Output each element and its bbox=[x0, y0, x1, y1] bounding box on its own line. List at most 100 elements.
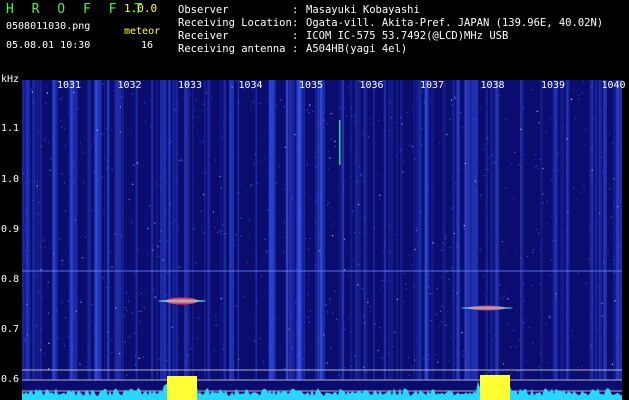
noise-dot bbox=[523, 322, 525, 324]
noise-dot bbox=[347, 318, 350, 320]
noise-dot bbox=[162, 259, 164, 261]
noise-dot bbox=[555, 293, 557, 295]
noise-dot bbox=[222, 122, 225, 124]
noise-dot bbox=[320, 106, 322, 108]
noise-dot bbox=[225, 110, 228, 113]
noise-dot bbox=[249, 186, 251, 189]
noise-dot bbox=[557, 152, 559, 154]
noise-dot bbox=[30, 340, 32, 342]
noise-dot bbox=[537, 317, 540, 320]
noise-dot bbox=[548, 315, 550, 317]
noise-dot bbox=[155, 183, 158, 185]
noise-dot bbox=[518, 339, 521, 342]
noise-dot bbox=[243, 296, 245, 298]
noise-streak bbox=[161, 80, 165, 380]
noise-dot bbox=[175, 180, 178, 182]
station-info-key: Receiving antenna bbox=[178, 43, 286, 55]
noise-streak bbox=[317, 80, 319, 380]
noise-dot bbox=[522, 107, 524, 109]
noise-dot bbox=[111, 168, 113, 170]
noise-dot bbox=[450, 99, 453, 101]
noise-dot bbox=[585, 282, 587, 285]
noise-dot bbox=[534, 153, 536, 156]
noise-dot bbox=[322, 99, 325, 101]
noise-dot bbox=[67, 300, 69, 302]
noise-dot bbox=[334, 145, 337, 148]
noise-dot bbox=[434, 314, 436, 316]
noise-dot bbox=[284, 368, 286, 370]
noise-dot bbox=[438, 326, 440, 328]
noise-dot bbox=[38, 290, 40, 293]
noise-dot bbox=[102, 83, 104, 85]
noise-dot bbox=[602, 171, 604, 174]
noise-dot bbox=[250, 184, 252, 186]
noise-streak bbox=[255, 80, 257, 380]
spectrogram bbox=[22, 80, 622, 400]
noise-dot bbox=[209, 273, 211, 276]
noise-streak bbox=[108, 80, 110, 380]
noise-dot bbox=[401, 123, 403, 125]
noise-dot bbox=[484, 373, 487, 375]
noise-dot bbox=[365, 216, 367, 218]
noise-dot bbox=[233, 244, 235, 246]
noise-dot bbox=[351, 359, 353, 361]
noise-dot bbox=[145, 289, 147, 291]
noise-dot bbox=[150, 126, 152, 128]
noise-dot bbox=[91, 162, 93, 164]
noise-dot bbox=[230, 132, 233, 134]
noise-dot bbox=[404, 273, 406, 275]
noise-dot bbox=[101, 176, 103, 178]
noise-dot bbox=[361, 134, 364, 136]
noise-dot bbox=[71, 346, 74, 348]
noise-dot bbox=[314, 221, 316, 223]
header-panel: H R O F F T 1.0.0 0508011030.png meteor … bbox=[0, 0, 629, 72]
noise-dot bbox=[526, 255, 529, 258]
noise-dot bbox=[160, 161, 162, 163]
noise-dot bbox=[542, 193, 544, 195]
noise-streak bbox=[496, 80, 500, 380]
noise-dot bbox=[591, 80, 594, 82]
noise-dot bbox=[581, 365, 583, 367]
noise-dot bbox=[329, 298, 331, 300]
noise-streak bbox=[598, 80, 602, 380]
noise-dot bbox=[237, 101, 239, 104]
noise-dot bbox=[103, 209, 105, 211]
noise-dot bbox=[462, 354, 464, 357]
noise-dot bbox=[61, 173, 63, 175]
noise-dot bbox=[146, 294, 148, 296]
noise-dot bbox=[285, 271, 287, 273]
noise-dot bbox=[107, 331, 109, 333]
noise-dot bbox=[96, 223, 98, 225]
noise-dot bbox=[39, 349, 42, 351]
noise-dot bbox=[510, 346, 512, 348]
noise-dot bbox=[178, 160, 181, 162]
noise-dot bbox=[359, 231, 361, 234]
noise-dot bbox=[132, 183, 134, 185]
noise-dot bbox=[279, 99, 282, 102]
noise-dot bbox=[508, 282, 510, 285]
noise-dot bbox=[312, 110, 314, 112]
noise-dot bbox=[224, 232, 227, 235]
noise-dot bbox=[437, 361, 439, 363]
noise-dot bbox=[138, 310, 140, 312]
noise-dot bbox=[228, 196, 230, 198]
noise-dot bbox=[316, 194, 318, 196]
noise-streak bbox=[554, 80, 558, 380]
noise-dot bbox=[436, 313, 438, 315]
noise-dot bbox=[44, 353, 46, 355]
noise-dot bbox=[132, 312, 134, 314]
noise-dot bbox=[283, 221, 285, 224]
noise-dot bbox=[96, 129, 98, 131]
noise-dot bbox=[453, 232, 455, 235]
noise-streak bbox=[89, 80, 92, 380]
file-name: 0508011030.png bbox=[6, 21, 91, 32]
noise-dot bbox=[220, 187, 223, 189]
noise-dot bbox=[26, 256, 28, 258]
noise-dot bbox=[81, 257, 84, 259]
noise-dot bbox=[30, 88, 32, 90]
x-tick-label: 1031 bbox=[57, 80, 82, 91]
noise-dot bbox=[214, 159, 216, 161]
noise-dot bbox=[250, 106, 252, 108]
noise-dot bbox=[53, 253, 55, 255]
noise-dot bbox=[420, 211, 422, 214]
